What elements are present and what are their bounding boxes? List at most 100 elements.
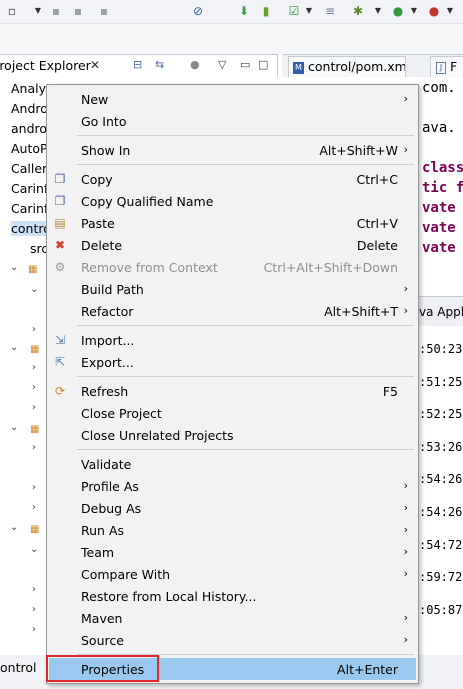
chevron-down-icon[interactable]: ⌄ (30, 544, 38, 555)
menu-item-label: Go Into (81, 114, 127, 129)
chevron-right-icon[interactable]: › (32, 362, 36, 373)
chevron-right-icon[interactable]: › (32, 604, 36, 615)
menu-item-validate[interactable]: Validate (49, 453, 416, 475)
chevron-down-icon[interactable]: ⌄ (10, 522, 18, 533)
package-icon: ▦ (30, 344, 40, 355)
menu-item-build-path[interactable]: Build Path › (49, 278, 416, 300)
chevron-right-icon[interactable]: › (32, 584, 36, 595)
menu-item-label: Remove from Context (81, 260, 218, 275)
menu-item-copy-qualified-name[interactable]: ❐ Copy Qualified Name (49, 190, 416, 212)
chevron-right-icon[interactable]: › (32, 502, 36, 513)
tab-java-file[interactable]: JF (430, 56, 463, 77)
menu-item-delete[interactable]: ✖ Delete Delete (49, 234, 416, 256)
compare-icon[interactable]: ≡ (322, 3, 338, 19)
menu-item-copy[interactable]: ❐ Copy Ctrl+C (49, 168, 416, 190)
menu-item-label: Close Project (81, 406, 162, 421)
menu-separator (77, 135, 414, 136)
menu-item-close-project[interactable]: Close Project (49, 402, 416, 424)
dropdown-arrow-icon[interactable]: ▼ (305, 3, 313, 19)
annotation-highlight-box (46, 655, 159, 682)
menu-item-label: Validate (81, 457, 132, 472)
main-toolbar: ▫ ▪ ▪ ▪ ⊘ ⬇ ▮ ☑ ≡ ✱ ● ● ▼ ▼ ▼ ▼ ▼ (0, 0, 463, 24)
toolbar-band (0, 24, 463, 54)
chevron-down-icon[interactable]: ⌄ (10, 342, 18, 353)
collapse-all-icon[interactable]: ⊟ (133, 58, 142, 71)
menu-item-profile-as[interactable]: Profile As › (49, 475, 416, 497)
menu-item-label: Team (81, 545, 115, 560)
checkbox-icon[interactable]: ☑ (286, 3, 302, 19)
menu-item-shortcut: Ctrl+V (356, 216, 398, 231)
copy-qualified-icon: ❐ (54, 194, 66, 208)
menu-item-show-in[interactable]: Show In Alt+Shift+W › (49, 139, 416, 161)
menu-item-go-into[interactable]: Go Into (49, 110, 416, 132)
chevron-right-icon[interactable]: › (32, 324, 36, 335)
menu-item-compare-with[interactable]: Compare With › (49, 563, 416, 585)
download-icon[interactable]: ⬇ (236, 3, 252, 19)
menu-item-team[interactable]: Team › (49, 541, 416, 563)
profile-icon[interactable]: ● (426, 3, 442, 19)
menu-item-run-as[interactable]: Run As › (49, 519, 416, 541)
menu-item-shortcut: Delete (356, 238, 398, 253)
menu-item-maven[interactable]: Maven › (49, 607, 416, 629)
dropdown-arrow-icon[interactable]: ▼ (446, 3, 454, 19)
filter-icon[interactable]: ● (190, 58, 200, 71)
menu-item-export[interactable]: ⇱ Export... (49, 351, 416, 373)
menu-item-import[interactable]: ⇲ Import... (49, 329, 416, 351)
menu-item-debug-as[interactable]: Debug As › (49, 497, 416, 519)
print-icon[interactable]: ▪ (96, 3, 112, 19)
project-explorer-tab[interactable]: Project Explorer ✕ ⊟ ⇆ ● ▽ ▭ □ (0, 54, 278, 77)
menu-item-shortcut: Alt+Shift+W (319, 143, 398, 158)
new-window-icon[interactable]: ▫ (4, 3, 20, 19)
menu-item-label: Profile As (81, 479, 139, 494)
submenu-arrow-icon: › (403, 304, 408, 317)
menu-item-restore-from-local-history[interactable]: Restore from Local History... (49, 585, 416, 607)
run-icon[interactable]: ● (390, 3, 406, 19)
menu-item-label: Compare With (81, 567, 171, 582)
menu-separator (77, 325, 414, 326)
chevron-right-icon[interactable]: › (32, 624, 36, 635)
save-icon[interactable]: ▪ (48, 3, 64, 19)
minimize-icon[interactable]: ▭ (240, 58, 250, 71)
chevron-down-icon[interactable]: ⌄ (30, 284, 38, 295)
chevron-right-icon[interactable]: › (32, 382, 36, 393)
submenu-arrow-icon: › (403, 501, 408, 514)
dropdown-arrow-icon[interactable]: ▼ (374, 3, 382, 19)
menu-item-paste[interactable]: ▤ Paste Ctrl+V (49, 212, 416, 234)
view-menu-icon[interactable]: ▽ (218, 58, 226, 71)
device-icon[interactable]: ▮ (258, 3, 274, 19)
tab-pom-xml[interactable]: Mcontrol/pom.xml (288, 56, 406, 77)
submenu-arrow-icon: › (403, 567, 408, 580)
link-editor-icon[interactable]: ⇆ (155, 58, 164, 71)
close-icon[interactable]: ✕ (90, 58, 100, 72)
maximize-icon[interactable]: □ (258, 58, 268, 71)
chevron-right-icon[interactable]: › (32, 442, 36, 453)
menu-item-label: Close Unrelated Projects (81, 428, 234, 443)
skip-breakpoints-icon[interactable]: ⊘ (190, 3, 206, 19)
menu-item-label: New (81, 92, 109, 107)
menu-item-close-unrelated-projects[interactable]: Close Unrelated Projects (49, 424, 416, 446)
chevron-down-icon[interactable]: ⌄ (10, 422, 18, 433)
menu-item-refresh[interactable]: ⟳ Refresh F5 (49, 380, 416, 402)
code-line: class (422, 160, 463, 176)
project-tree: Analys Andro andro AutoP Caller Carinf Carinf c… (0, 78, 71, 654)
menu-item-new[interactable]: New › (49, 88, 416, 110)
menu-item-label: Paste (81, 216, 115, 231)
menu-item-refactor[interactable]: Refactor Alt+Shift+T › (49, 300, 416, 322)
submenu-arrow-icon: › (403, 282, 408, 295)
menu-item-source[interactable]: Source › (49, 629, 416, 651)
menu-item-label: Import... (81, 333, 135, 348)
package-icon: ▦ (28, 264, 38, 275)
chevron-down-icon[interactable]: ⌄ (10, 262, 18, 273)
menu-item-label: Delete (81, 238, 123, 253)
debug-icon[interactable]: ✱ (350, 3, 366, 19)
chevron-right-icon[interactable]: › (32, 482, 36, 493)
save-all-icon[interactable]: ▪ (70, 3, 86, 19)
code-line: ava. (422, 120, 456, 136)
console-line: :05:87 (419, 602, 463, 617)
code-line: vate (422, 220, 456, 236)
menu-item-label: Refresh (81, 384, 129, 399)
dropdown-arrow-icon[interactable]: ▼ (34, 3, 42, 19)
dropdown-arrow-icon[interactable]: ▼ (410, 3, 418, 19)
chevron-right-icon[interactable]: › (32, 402, 36, 413)
menu-item-label: Restore from Local History... (81, 589, 257, 604)
